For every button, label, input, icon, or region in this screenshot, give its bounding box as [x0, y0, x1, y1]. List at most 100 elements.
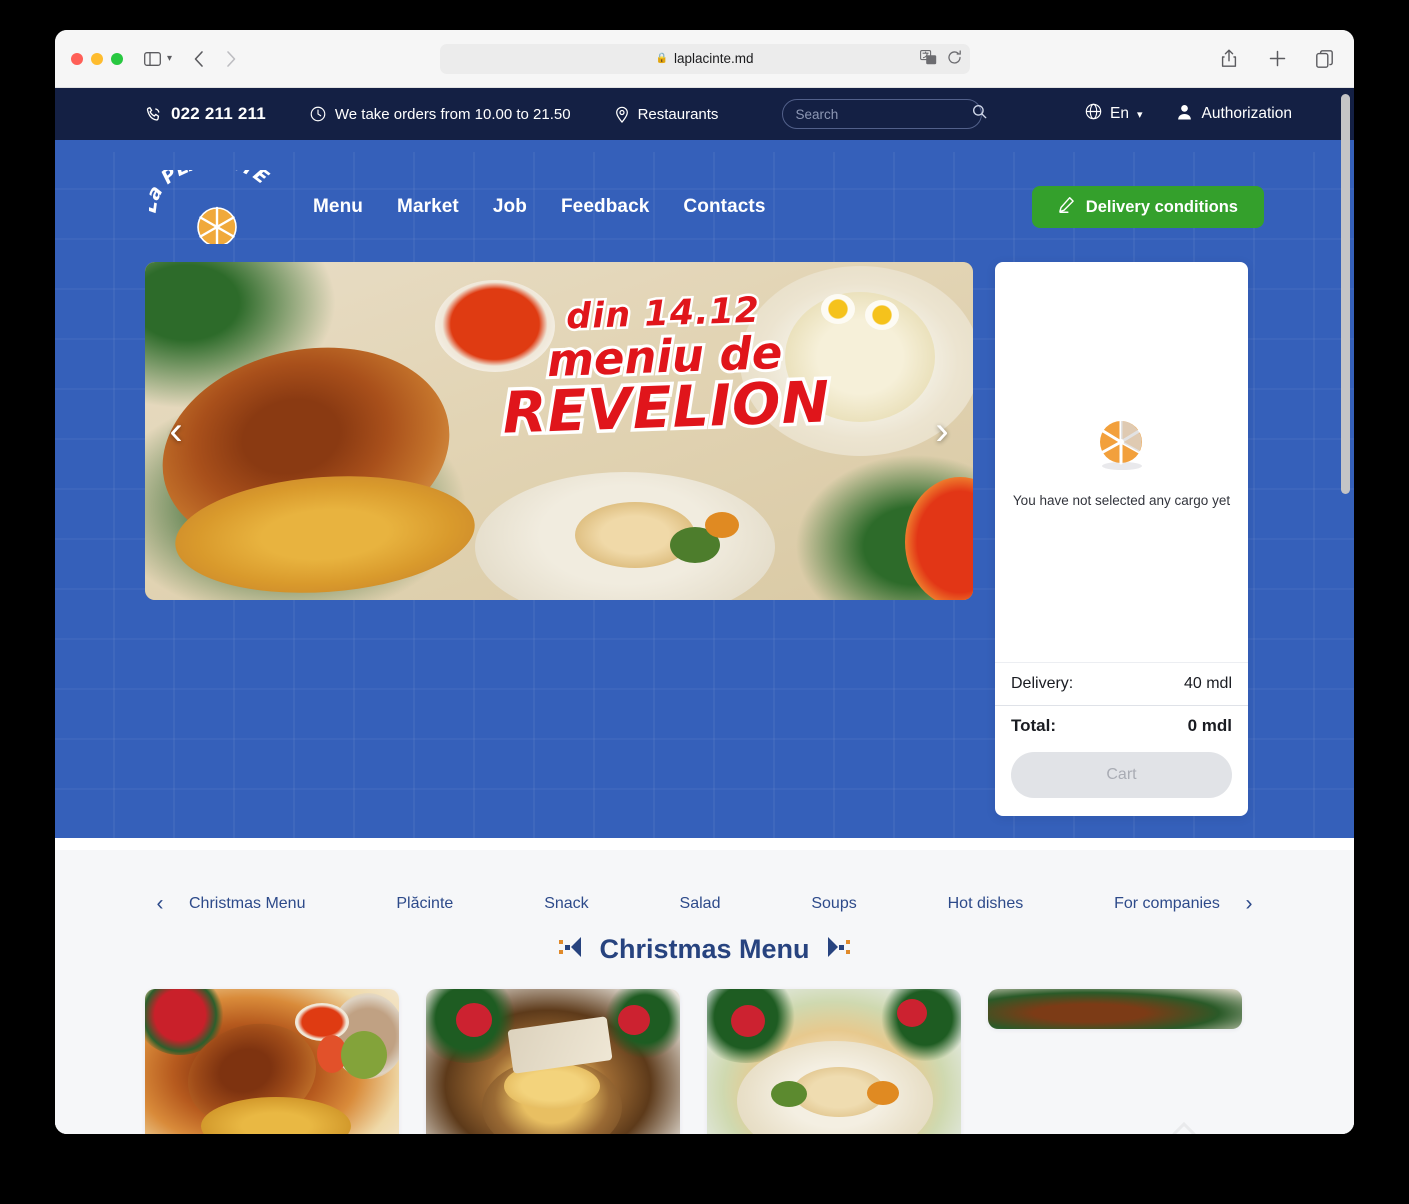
category-list: Christmas Menu Plăcinte Snack Salad Soup… — [175, 895, 1234, 913]
category-item-snack[interactable]: Snack — [544, 895, 588, 913]
scrollbar-thumb[interactable] — [1341, 94, 1350, 494]
product-grid: Pork shank 255 mdl Add to cart − 1 + — [55, 989, 1354, 1134]
navigation-arrows[interactable] — [186, 46, 244, 72]
empty-cart-placinta-icon — [1093, 416, 1151, 477]
cart-empty-state: You have not selected any cargo yet — [995, 262, 1248, 662]
minimize-window-button[interactable] — [91, 52, 103, 65]
delivery-conditions-label: Delivery conditions — [1085, 197, 1238, 216]
language-label: En — [1110, 105, 1129, 122]
category-item-soups[interactable]: Soups — [811, 895, 856, 913]
search-input-wrapper[interactable] — [782, 99, 987, 129]
delivery-conditions-button[interactable]: Delivery conditions — [1031, 186, 1264, 228]
product-image-chicken-mushrooms — [426, 989, 680, 1134]
la-placinte-logo-icon: La PLĂCINTE — [149, 170, 273, 244]
product-card[interactable]: Pork shank 255 mdl Add to cart − 1 + — [145, 989, 399, 1134]
category-item-hot-dishes[interactable]: Hot dishes — [948, 895, 1024, 913]
nav-links: Menu Market Job Feedback Contacts — [313, 196, 766, 218]
url-text: laplacinte.md — [673, 51, 754, 66]
nav-item-menu[interactable]: Menu — [313, 196, 363, 218]
share-icon[interactable] — [1216, 46, 1242, 72]
cart-checkout-button[interactable]: Cart — [1011, 752, 1232, 798]
authorization-link[interactable]: Authorization — [1177, 104, 1292, 125]
main-navigation: La PLĂCINTE Menu Market Job Fee — [55, 152, 1354, 262]
category-prev-button[interactable]: ‹ — [145, 892, 175, 916]
category-item-for-companies[interactable]: For companies — [1114, 895, 1220, 913]
pencil-icon — [1058, 196, 1075, 218]
phone-number[interactable]: 022 211 211 — [145, 104, 266, 124]
product-image-pork-shank — [145, 989, 399, 1134]
language-selector[interactable]: En ▾ — [1085, 103, 1143, 125]
nav-item-feedback[interactable]: Feedback — [561, 196, 649, 218]
user-icon — [1177, 104, 1192, 125]
lock-icon: 🔒 — [655, 53, 668, 64]
phone-number-text: 022 211 211 — [171, 104, 266, 123]
utility-bar-right: En ▾ Authorization — [1085, 103, 1292, 125]
cart-delivery-row: Delivery: 40 mdl — [995, 662, 1248, 705]
search-input[interactable] — [795, 106, 973, 122]
location-pin-icon — [615, 106, 629, 123]
browser-actions[interactable] — [1216, 46, 1338, 72]
page-scrollbar[interactable] — [1341, 94, 1350, 1126]
site-logo[interactable]: La PLĂCINTE — [145, 170, 285, 244]
product-image-next-row — [988, 989, 1242, 1029]
ornament-border-bottom — [55, 838, 1354, 850]
menu-content: ‹ Christmas Menu Plăcinte Snack Salad So… — [55, 850, 1354, 1134]
reload-icon[interactable] — [947, 49, 962, 68]
chevron-down-icon[interactable]: ▾ — [167, 53, 172, 64]
maximize-window-button[interactable] — [111, 52, 123, 65]
cart-empty-message: You have not selected any cargo yet — [1012, 493, 1231, 508]
cart-total-label: Total: — [1011, 716, 1057, 735]
restaurants-link[interactable]: Restaurants — [615, 105, 719, 123]
globe-icon — [1085, 103, 1102, 125]
section-header: Christmas Menu — [55, 934, 1354, 965]
svg-text:La PLĂCINTE: La PLĂCINTE — [149, 170, 273, 214]
working-hours: We take orders from 10.00 to 21.50 — [310, 106, 571, 123]
page-viewport: 022 211 211 We take orders from 10.00 to… — [55, 88, 1354, 1134]
search-icon[interactable] — [972, 104, 987, 124]
ornament-right-icon — [827, 937, 850, 962]
cart-total-value: 0 mdl — [1187, 716, 1232, 735]
browser-window: ▾ 🔒 laplacinte.md 022 211 211 We take or… — [55, 30, 1354, 1134]
cart-panel: You have not selected any cargo yet Deli… — [995, 262, 1248, 816]
category-item-placinte[interactable]: Plăcinte — [396, 895, 453, 913]
section-title: Christmas Menu — [599, 934, 810, 964]
working-hours-text: We take orders from 10.00 to 21.50 — [334, 105, 571, 123]
product-card[interactable]: Chicken with mushrooms in white sauce 12… — [426, 989, 680, 1134]
nav-item-job[interactable]: Job — [493, 196, 527, 218]
product-card[interactable]: Rabbit with vegetables in cream sauce 20… — [707, 989, 961, 1134]
sidebar-icon[interactable] — [139, 46, 165, 72]
cart-delivery-label: Delivery: — [1011, 675, 1074, 692]
ornament-border-top — [55, 140, 1354, 152]
nav-item-market[interactable]: Market — [397, 196, 459, 218]
forward-icon[interactable] — [218, 46, 244, 72]
tab-overview-icon[interactable] — [1312, 46, 1338, 72]
promo-slider[interactable]: din 14.12 meniu de REVELION ‹ › — [145, 262, 973, 600]
cart-delivery-value: 40 mdl — [1183, 675, 1232, 692]
chevron-down-icon: ▾ — [1136, 108, 1143, 121]
slider-prev-button[interactable]: ‹ — [155, 401, 197, 461]
clock-icon — [310, 106, 326, 122]
new-tab-icon[interactable] — [1264, 46, 1290, 72]
authorization-label: Authorization — [1201, 105, 1292, 122]
site-utility-bar: 022 211 211 We take orders from 10.00 to… — [55, 88, 1354, 140]
slide-image — [145, 262, 973, 600]
back-icon[interactable] — [186, 46, 212, 72]
category-next-button[interactable]: › — [1234, 892, 1264, 916]
category-item-christmas-menu[interactable]: Christmas Menu — [189, 895, 305, 913]
cart-total-row: Total: 0 mdl — [995, 705, 1248, 742]
address-bar[interactable]: 🔒 laplacinte.md — [439, 43, 970, 74]
nav-item-contacts[interactable]: Contacts — [683, 196, 765, 218]
phone-icon — [145, 106, 162, 123]
slider-next-button[interactable]: › — [921, 401, 963, 461]
hero-row: din 14.12 meniu de REVELION ‹ › You have… — [55, 262, 1354, 816]
ornament-left-icon — [559, 937, 582, 962]
browser-toolbar: ▾ 🔒 laplacinte.md — [55, 30, 1354, 88]
product-image-rabbit-vegetables — [707, 989, 961, 1134]
hero-section: La PLĂCINTE Menu Market Job Fee — [55, 152, 1354, 838]
close-window-button[interactable] — [71, 52, 83, 65]
product-card[interactable] — [988, 989, 1242, 1029]
translate-icon[interactable] — [919, 49, 937, 68]
restaurants-label: Restaurants — [637, 105, 719, 123]
category-item-salad[interactable]: Salad — [680, 895, 721, 913]
window-controls[interactable] — [71, 52, 123, 65]
